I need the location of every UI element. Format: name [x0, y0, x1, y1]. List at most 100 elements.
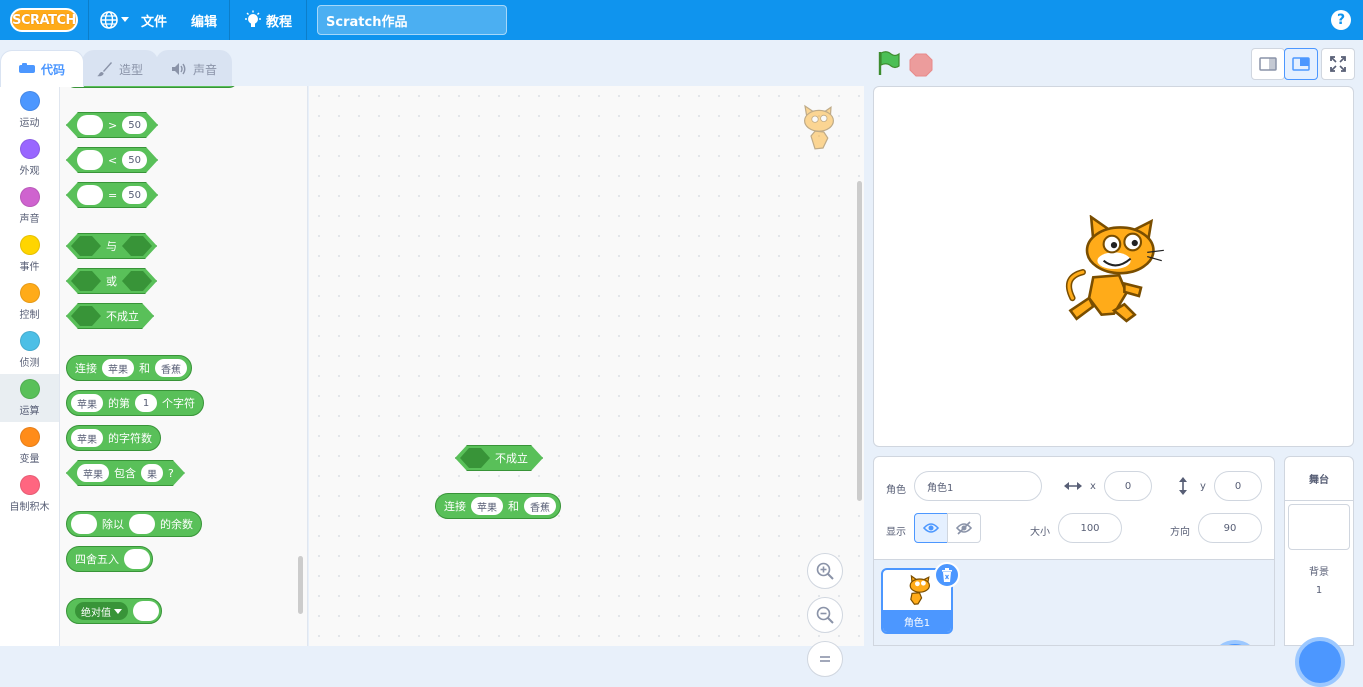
block-input[interactable]: 苹果: [77, 464, 109, 482]
block-input[interactable]: [77, 150, 103, 170]
stop-icon[interactable]: [909, 53, 933, 77]
category-sound[interactable]: 声音: [0, 182, 59, 230]
direction-input[interactable]: 90: [1198, 513, 1262, 543]
size-input[interactable]: 100: [1058, 513, 1122, 543]
block-less-than[interactable]: < 50: [66, 147, 158, 173]
block-label: 个字符: [162, 397, 195, 410]
block-input[interactable]: 苹果: [102, 359, 134, 377]
y-input[interactable]: 0: [1214, 471, 1262, 501]
block-bool-slot[interactable]: [122, 236, 152, 256]
block-bool-slot[interactable]: [71, 306, 101, 326]
category-dot: [19, 331, 40, 351]
block-bool-slot[interactable]: [460, 448, 490, 468]
block-input[interactable]: 果: [141, 464, 163, 482]
category-my-blocks[interactable]: 自制积木: [0, 470, 59, 518]
block-join[interactable]: 连接 苹果 和 香蕉: [66, 355, 192, 381]
block-contains[interactable]: 苹果 包含 果 ?: [66, 460, 185, 486]
block-palette: > 50 < 50 = 50 与 或 不成立 连接 苹果 和 香蕉 苹果 的第 …: [60, 86, 308, 646]
block-partial[interactable]: [66, 86, 238, 88]
stage[interactable]: [873, 86, 1354, 447]
block-bool-slot[interactable]: [71, 236, 101, 256]
block-input[interactable]: [124, 549, 150, 569]
direction-label: 方向: [1170, 527, 1190, 538]
globe-icon: [100, 11, 118, 29]
block-letter-of[interactable]: 苹果 的第 1 个字符: [66, 390, 204, 416]
block-label: 四舍五入: [75, 553, 119, 566]
large-stage-button[interactable]: [1284, 48, 1318, 80]
help-button[interactable]: ?: [1331, 10, 1351, 30]
block-input[interactable]: 香蕉: [155, 359, 187, 377]
file-menu[interactable]: 文件: [129, 11, 179, 30]
script-scrollbar[interactable]: [857, 181, 862, 501]
cat-sprite-icon[interactable]: [1062, 215, 1166, 323]
block-input[interactable]: [129, 514, 155, 534]
block-equals[interactable]: = 50: [66, 182, 158, 208]
fullscreen-button[interactable]: [1321, 48, 1355, 80]
small-stage-button[interactable]: [1251, 48, 1285, 80]
hide-sprite-button[interactable]: [947, 513, 981, 543]
block-input[interactable]: 苹果: [71, 429, 103, 447]
sprite-name-input[interactable]: 角色1: [914, 471, 1042, 501]
delete-sprite-button[interactable]: [934, 562, 960, 588]
block-input[interactable]: 苹果: [471, 497, 503, 515]
category-dot: [19, 91, 40, 111]
sprite-thumbnail-label: 角色1: [883, 610, 951, 632]
block-input[interactable]: 苹果: [71, 394, 103, 412]
block-input[interactable]: 香蕉: [524, 497, 556, 515]
script-area[interactable]: 不成立 连接 苹果 和 香蕉: [309, 86, 864, 677]
category-label: 声音: [19, 214, 40, 225]
block-not[interactable]: 不成立: [66, 303, 154, 329]
scratch-logo[interactable]: SCRATCH: [10, 8, 78, 32]
zoom-reset-button[interactable]: [807, 641, 843, 677]
cat-thumbnail-icon: [909, 574, 930, 605]
block-operator: >: [108, 118, 118, 132]
category-motion[interactable]: 运动: [0, 86, 59, 134]
category-variables[interactable]: 变量: [0, 422, 59, 470]
category-events[interactable]: 事件: [0, 230, 59, 278]
block-input[interactable]: 50: [122, 151, 147, 169]
block-input[interactable]: [77, 115, 103, 135]
block-greater-than[interactable]: > 50: [66, 112, 158, 138]
add-sprite-button[interactable]: [1210, 640, 1260, 645]
block-label: 和: [508, 500, 519, 513]
language-menu[interactable]: [99, 10, 129, 30]
block-and[interactable]: 与: [66, 233, 157, 259]
block-input[interactable]: [71, 514, 97, 534]
block-dropdown[interactable]: 绝对值: [75, 602, 129, 620]
block-bool-slot[interactable]: [71, 271, 101, 291]
add-backdrop-button[interactable]: [1295, 637, 1345, 687]
block-input[interactable]: [133, 601, 160, 621]
tab-costumes[interactable]: 造型: [82, 50, 159, 87]
block-or[interactable]: 或: [66, 268, 157, 294]
zoom-out-button[interactable]: [807, 597, 843, 633]
category-looks[interactable]: 外观: [0, 134, 59, 182]
script-block-not[interactable]: 不成立: [455, 445, 543, 471]
block-input[interactable]: 50: [122, 186, 147, 204]
block-length-of[interactable]: 苹果 的字符数: [66, 425, 161, 451]
zoom-in-button[interactable]: [807, 553, 843, 589]
zoom-in-icon: [816, 562, 834, 580]
block-bool-slot[interactable]: [122, 271, 152, 291]
edit-menu[interactable]: 编辑: [179, 11, 229, 30]
block-abs[interactable]: 绝对值: [66, 598, 163, 624]
block-round[interactable]: 四舍五入: [66, 546, 153, 572]
block-input[interactable]: 50: [122, 116, 147, 134]
project-title-input[interactable]: [317, 5, 508, 35]
backdrop-thumbnail[interactable]: [1288, 504, 1350, 550]
tab-code[interactable]: 代码: [0, 50, 84, 87]
category-sensing[interactable]: 侦测: [0, 326, 59, 374]
category-control[interactable]: 控制: [0, 278, 59, 326]
block-input[interactable]: 1: [135, 394, 157, 412]
tutorials-button[interactable]: 教程: [230, 10, 306, 30]
script-block-join[interactable]: 连接 苹果 和 香蕉: [435, 493, 561, 519]
x-input[interactable]: 0: [1104, 471, 1152, 501]
block-mod[interactable]: 除以 的余数: [66, 511, 202, 537]
stage-selector[interactable]: 舞台 背景 1: [1284, 456, 1354, 687]
category-operators[interactable]: 运算: [0, 374, 59, 422]
show-sprite-button[interactable]: [914, 513, 948, 543]
block-input[interactable]: [77, 185, 103, 205]
palette-scrollbar[interactable]: [298, 556, 303, 614]
tab-sounds[interactable]: 声音: [156, 50, 233, 87]
green-flag-icon[interactable]: [877, 50, 901, 76]
speaker-icon: [172, 63, 186, 75]
